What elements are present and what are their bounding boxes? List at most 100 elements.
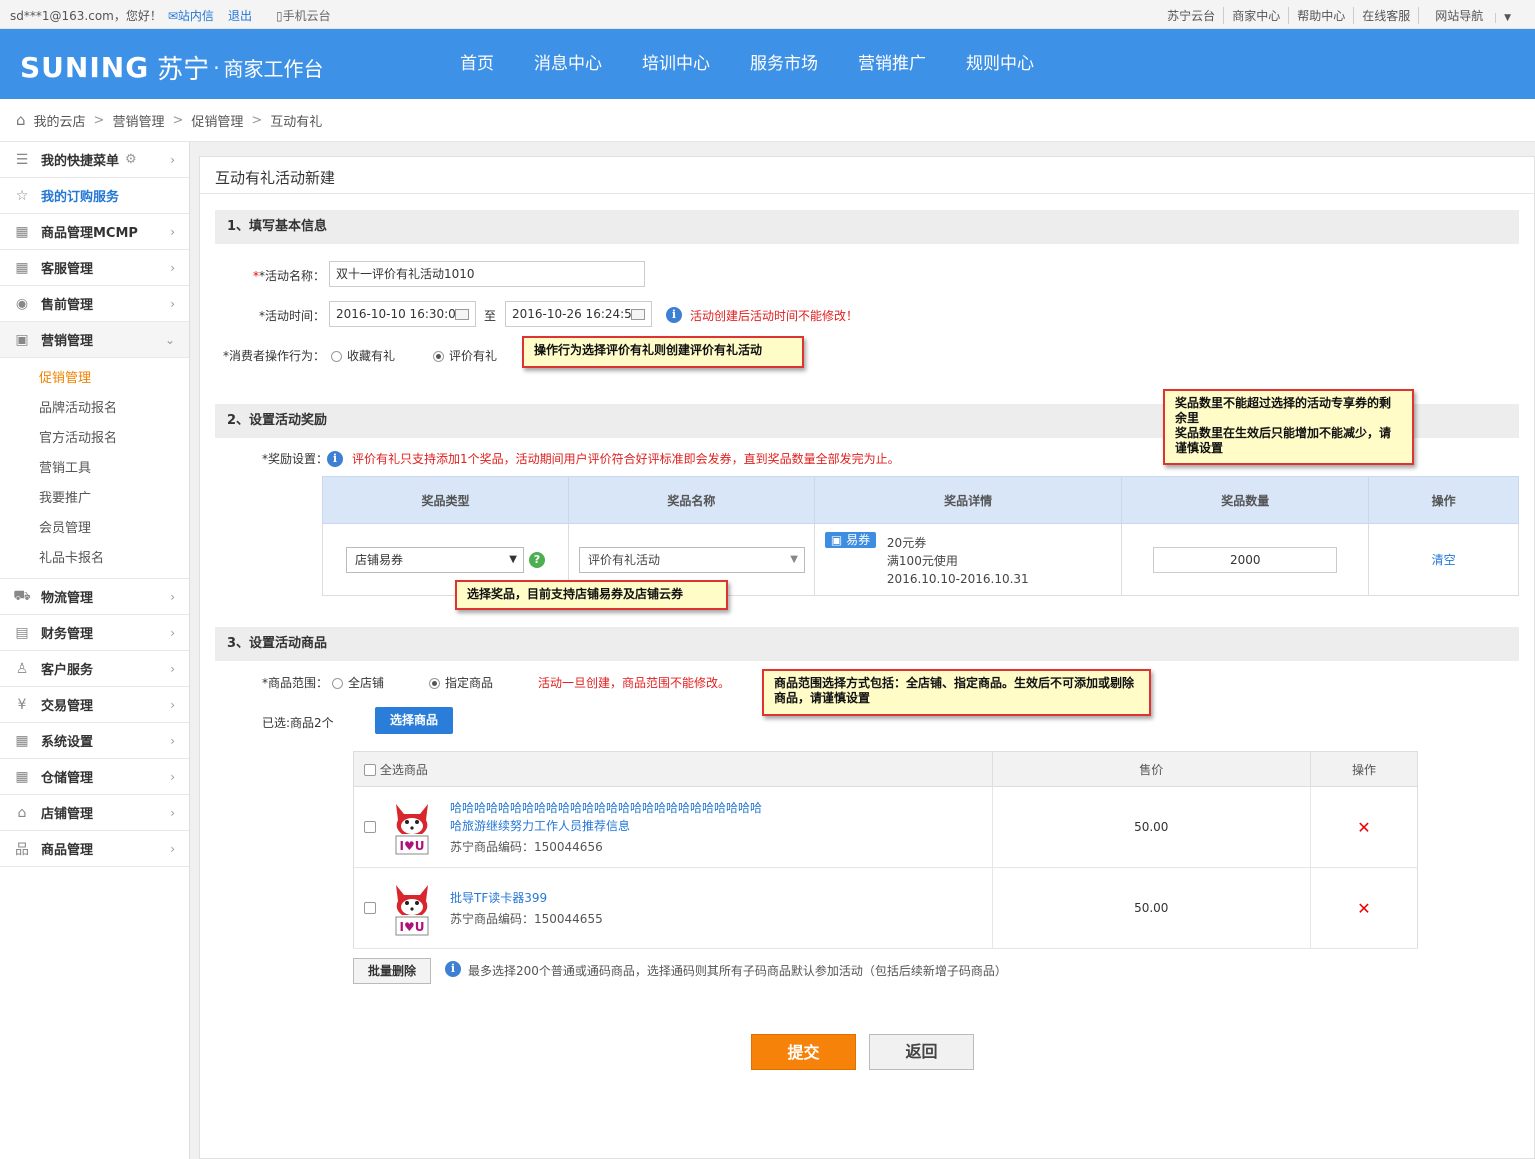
radio-button[interactable] — [332, 678, 343, 689]
logout-link[interactable]: 退出 — [228, 7, 252, 24]
submenu-members[interactable]: 会员管理 — [0, 514, 189, 544]
chevron-right-icon: › — [170, 590, 175, 604]
sidebar-item-marketing[interactable]: ▣ 营销管理 ⌄ — [0, 322, 189, 358]
logo[interactable]: SUNING 苏宁 · 商家工作台 — [20, 49, 324, 86]
top-link-service[interactable]: 在线客服 — [1353, 7, 1418, 24]
prize-table: 奖品类型 奖品名称 奖品详情 奖品数量 操作 店铺易券▼ ? 评价有礼活动▼ — [322, 476, 1519, 596]
sidebar-item-quick-menu[interactable]: ☰ 我的快捷菜单 ⚙ › — [0, 142, 189, 178]
batch-delete-button[interactable]: 批量删除 — [353, 958, 431, 984]
table-row: I♥U 批导TF读卡器399 苏宁商品编码：150044655 50.00 ✕ — [353, 867, 1418, 949]
prize-name-select[interactable]: 评价有礼活动 ▼ — [578, 546, 805, 573]
calendar-icon[interactable] — [631, 309, 645, 320]
main-nav: 首页 消息中心 培训中心 服务市场 营销推广 规则中心 — [440, 29, 1054, 99]
delete-icon[interactable]: ✕ — [1357, 899, 1370, 918]
select-all-checkbox[interactable] — [364, 764, 376, 776]
table-row: I♥U 哈哈哈哈哈哈哈哈哈哈哈哈哈哈哈哈哈哈哈哈哈哈哈哈哈哈 哈旅游继续努力工作人… — [353, 786, 1418, 868]
sidebar-item-logistics[interactable]: ⛟ 物流管理 › — [0, 579, 189, 615]
nav-home[interactable]: 首页 — [440, 29, 514, 99]
top-link-help[interactable]: 帮助中心 — [1288, 7, 1353, 24]
col-prize-type: 奖品类型 — [322, 476, 569, 524]
page-title: 互动有礼活动新建 — [215, 169, 336, 187]
sidebar-item-finance[interactable]: ▤ 财务管理 › — [0, 615, 189, 651]
mobile-link[interactable]: ▯手机云台 — [276, 7, 331, 24]
behavior-label: *消费者操作行为： — [222, 349, 325, 363]
product-name[interactable]: 哈哈哈哈哈哈哈哈哈哈哈哈哈哈哈哈哈哈哈哈哈哈哈哈哈哈 哈旅游继续努力工作人员推荐信… — [450, 799, 762, 835]
gear-icon[interactable]: ⚙ — [125, 152, 137, 167]
sidebar-item-shop[interactable]: ⌂ 店铺管理 › — [0, 795, 189, 831]
sidebar-item-settings[interactable]: ▦ 系统设置 › — [0, 723, 189, 759]
nav-messages[interactable]: 消息中心 — [514, 29, 622, 99]
row-checkbox[interactable] — [364, 902, 376, 914]
nav-rules[interactable]: 规则中心 — [946, 29, 1054, 99]
chevron-right-icon: › — [170, 297, 175, 311]
reward-label: *奖励设置： — [261, 452, 328, 466]
prize-qty-input[interactable]: 2000 — [1153, 546, 1338, 573]
radio-selected-goods[interactable]: 指定商品 — [429, 674, 493, 691]
reward-warning: 评价有礼只支持添加1个奖品，活动期间用户评价符合好评标准即会发券，直到奖品数量全… — [352, 452, 900, 466]
activity-name-input[interactable]: 双十一评价有礼活动1010 — [329, 261, 645, 287]
nav-promotion[interactable]: 营销推广 — [838, 29, 946, 99]
top-bar: sd***1@163.com，您好！ ✉站内信 退出 ▯手机云台 苏宁云台 商家… — [0, 0, 1535, 29]
info-icon: i — [666, 307, 682, 323]
help-icon[interactable]: ? — [529, 551, 545, 568]
crumb-marketing[interactable]: 营销管理 — [112, 111, 164, 130]
sidebar-item-goods[interactable]: 品商品管理 › — [0, 831, 189, 867]
submenu-marketing-tools[interactable]: 营销工具 — [0, 454, 189, 484]
radio-review[interactable]: 评价有礼 — [433, 347, 497, 364]
crumb-store[interactable]: 我的云店 — [34, 111, 86, 130]
delete-icon[interactable]: ✕ — [1357, 818, 1370, 837]
col-prize-op: 操作 — [1368, 476, 1519, 524]
sidebar-item-cs[interactable]: ▦ 客服管理 › — [0, 250, 189, 286]
header: SUNING 苏宁 · 商家工作台 首页 消息中心 培训中心 服务市场 营销推广… — [0, 29, 1535, 99]
chevron-right-icon: › — [170, 153, 175, 167]
caret-down-icon: ▼ — [509, 553, 517, 565]
crumb-promotion[interactable]: 促销管理 — [191, 111, 243, 130]
top-link-merchant[interactable]: 商家中心 — [1223, 7, 1288, 24]
nav-market[interactable]: 服务市场 — [730, 29, 838, 99]
sidebar-item-customer[interactable]: ♙ 客户服务 › — [0, 651, 189, 687]
radio-button-checked[interactable] — [429, 678, 440, 689]
top-link-sitenav[interactable]: 网站导航 ▼ — [1418, 7, 1527, 24]
end-time-input[interactable]: 2016-10-26 16:24:59 — [505, 301, 652, 327]
prize-detail-condition: 满100元使用 — [886, 554, 958, 568]
submenu-brand-activity[interactable]: 品牌活动报名 — [0, 394, 189, 424]
scope-warning: 活动一旦创建，商品范围不能修改。 — [538, 676, 731, 690]
name-label: **活动名称： — [252, 269, 325, 283]
breadcrumb: ⌂ 我的云店 > 营销管理 > 促销管理 > 互动有礼 — [0, 99, 1535, 142]
sidebar-item-presale[interactable]: ◉ 售前管理 › — [0, 286, 189, 322]
submit-button[interactable]: 提交 — [751, 1034, 856, 1070]
submenu-official-activity[interactable]: 官方活动报名 — [0, 424, 189, 454]
menu-icon: ☰ — [15, 151, 29, 168]
clear-link[interactable]: 清空 — [1368, 523, 1519, 596]
sidebar-item-mcmp[interactable]: ▦ 商品管理MCMP › — [0, 214, 189, 250]
chevron-right-icon: › — [170, 734, 175, 748]
product-price: 50.00 — [992, 867, 1311, 949]
radio-button[interactable] — [331, 351, 342, 362]
grid-icon: ▦ — [15, 259, 29, 276]
select-goods-button[interactable]: 选择商品 — [375, 707, 453, 734]
grid-icon: ▦ — [15, 223, 29, 240]
product-thumbnail[interactable]: I♥U — [390, 879, 434, 937]
product-name[interactable]: 批导TF读卡器399 — [450, 889, 603, 907]
finance-icon: ▤ — [15, 624, 29, 641]
start-time-input[interactable]: 2016-10-10 16:30:00 — [329, 301, 476, 327]
calendar-icon[interactable] — [455, 309, 469, 320]
nav-training[interactable]: 培训中心 — [622, 29, 730, 99]
prize-detail-amount: 20元券 — [886, 536, 927, 550]
mail-link[interactable]: ✉站内信 — [168, 7, 214, 24]
top-link-yuntai[interactable]: 苏宁云台 — [1159, 7, 1223, 24]
radio-button-checked[interactable] — [433, 351, 444, 362]
submenu-promote[interactable]: 我要推广 — [0, 484, 189, 514]
sidebar-item-subscribed[interactable]: ☆ 我的订购服务 — [0, 178, 189, 214]
sidebar-item-trade[interactable]: ¥ 交易管理 › — [0, 687, 189, 723]
product-thumbnail[interactable]: I♥U — [390, 798, 434, 856]
radio-all-shop[interactable]: 全店铺 — [332, 674, 384, 691]
submenu-promotion[interactable]: 促销管理 — [0, 364, 189, 394]
submenu-giftcard[interactable]: 礼品卡报名 — [0, 544, 189, 574]
yen-icon: ¥ — [17, 696, 27, 713]
row-checkbox[interactable] — [364, 821, 376, 833]
radio-collect[interactable]: 收藏有礼 — [331, 347, 395, 364]
prize-type-select[interactable]: 店铺易券 ▼ — [346, 546, 524, 573]
back-button[interactable]: 返回 — [869, 1034, 974, 1070]
sidebar-item-warehouse[interactable]: ▦ 仓储管理 › — [0, 759, 189, 795]
